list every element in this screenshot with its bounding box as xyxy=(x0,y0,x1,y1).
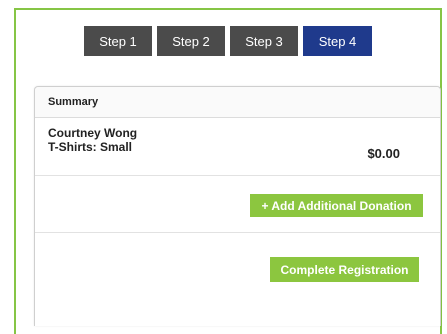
step-4-tab[interactable]: Step 4 xyxy=(303,26,372,56)
complete-registration-button[interactable]: Complete Registration xyxy=(270,257,419,282)
item-amount: $0.00 xyxy=(367,146,400,161)
donation-row: + Add Additional Donation xyxy=(35,176,440,233)
step-navigation: Step 1 Step 2 Step 3 Step 4 xyxy=(84,26,372,56)
registrant-name: Courtney Wong xyxy=(48,126,138,140)
complete-row: Complete Registration xyxy=(35,233,440,313)
summary-title: Summary xyxy=(35,87,440,118)
summary-card: Summary Courtney Wong T-Shirts: Small $0… xyxy=(34,86,441,326)
add-donation-button[interactable]: + Add Additional Donation xyxy=(250,194,423,217)
step-3-tab[interactable]: Step 3 xyxy=(230,26,298,56)
step-2-tab[interactable]: Step 2 xyxy=(157,26,225,56)
step-1-tab[interactable]: Step 1 xyxy=(84,26,152,56)
summary-line-item: Courtney Wong T-Shirts: Small $0.00 xyxy=(35,118,440,176)
